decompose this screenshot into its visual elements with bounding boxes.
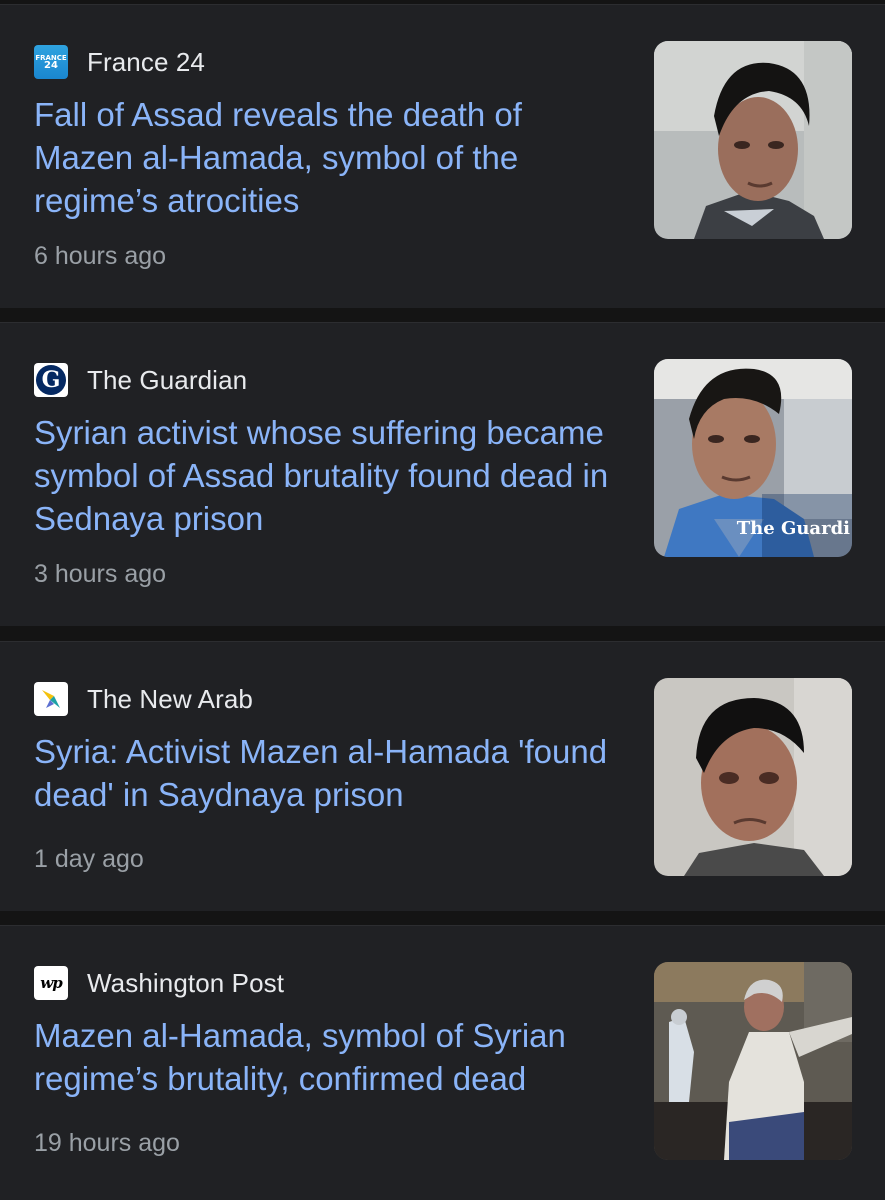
source-name: Washington Post [87,967,285,998]
guardian-logo-icon: G [34,363,68,397]
washington-post-logo-icon: wp [34,966,68,1000]
news-card[interactable]: The New Arab Syria: Activist Mazen al-Ha… [0,641,885,911]
timestamp: 6 hours ago [34,242,167,270]
headline-link[interactable]: Syrian activist whose suffering became s… [34,411,614,540]
article-thumbnail[interactable]: The Guardi [654,359,852,557]
article-thumbnail[interactable] [654,678,852,876]
headline-link[interactable]: Fall of Assad reveals the death of Mazen… [34,93,614,222]
headline-link[interactable]: Syria: Activist Mazen al-Hamada 'found d… [34,730,614,816]
france24-logo-icon: FRANCE 24 [34,45,68,79]
source-name: The New Arab [87,683,253,714]
news-feed: FRANCE 24 France 24 Fall of Assad reveals… [0,0,885,1200]
source-row: G The Guardian [34,363,247,397]
thumbnail-watermark: The Guardi [737,518,850,539]
source-name: France 24 [87,46,205,77]
headline-link[interactable]: Mazen al-Hamada, symbol of Syrian regime… [34,1014,614,1100]
source-name: The Guardian [87,364,248,395]
source-row: FRANCE 24 France 24 [34,45,205,79]
news-card[interactable]: wp Washington Post Mazen al-Hamada, symb… [0,925,885,1200]
article-thumbnail[interactable] [654,41,852,239]
news-card[interactable]: FRANCE 24 France 24 Fall of Assad reveals… [0,4,885,308]
timestamp: 3 hours ago [34,560,167,588]
new-arab-logo-icon [34,682,68,716]
news-card[interactable]: G The Guardian Syrian activist whose suf… [0,322,885,626]
source-row: The New Arab [34,682,253,716]
source-row: wp Washington Post [34,966,284,1000]
timestamp: 1 day ago [34,845,144,873]
timestamp: 19 hours ago [34,1129,180,1157]
article-thumbnail[interactable] [654,962,852,1160]
